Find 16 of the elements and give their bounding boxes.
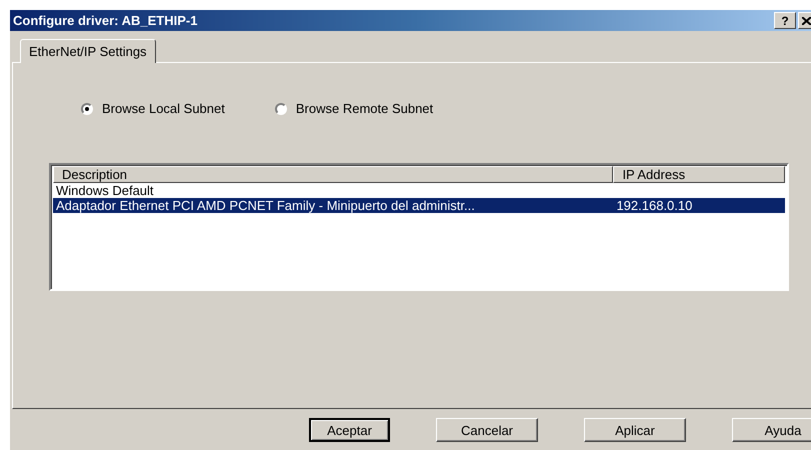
dialog-button[interactable]: Aceptar (309, 418, 390, 442)
radio-label[interactable]: Browse Local Subnet (102, 101, 225, 116)
column-header[interactable]: IP Address (613, 166, 785, 183)
list-cell: Adaptador Ethernet PCI AMD PCNET Family - Minipuerto del administr... (56, 198, 475, 213)
list-cell: 192.168.0.10 (616, 198, 692, 213)
column-header[interactable]: Description (53, 166, 614, 183)
list-row[interactable]: Adaptador Ethernet PCI AMD PCNET Family - Minipuerto del administr... 192.168.0.10 (53, 198, 785, 213)
list-row[interactable]: Windows Default (53, 183, 785, 198)
tab[interactable]: EtherNet/IP Settings (20, 39, 156, 63)
help-button[interactable]: ? (774, 12, 796, 29)
radio-label[interactable]: Browse Remote Subnet (296, 101, 434, 116)
window-title: Configure driver: AB_ETHIP-1 (13, 13, 198, 28)
dialog-button[interactable]: Ayuda (732, 418, 811, 442)
dialog-button[interactable]: Cancelar (436, 418, 538, 442)
dialog-button[interactable]: Aplicar (584, 418, 686, 442)
list-cell: Windows Default (56, 183, 154, 198)
